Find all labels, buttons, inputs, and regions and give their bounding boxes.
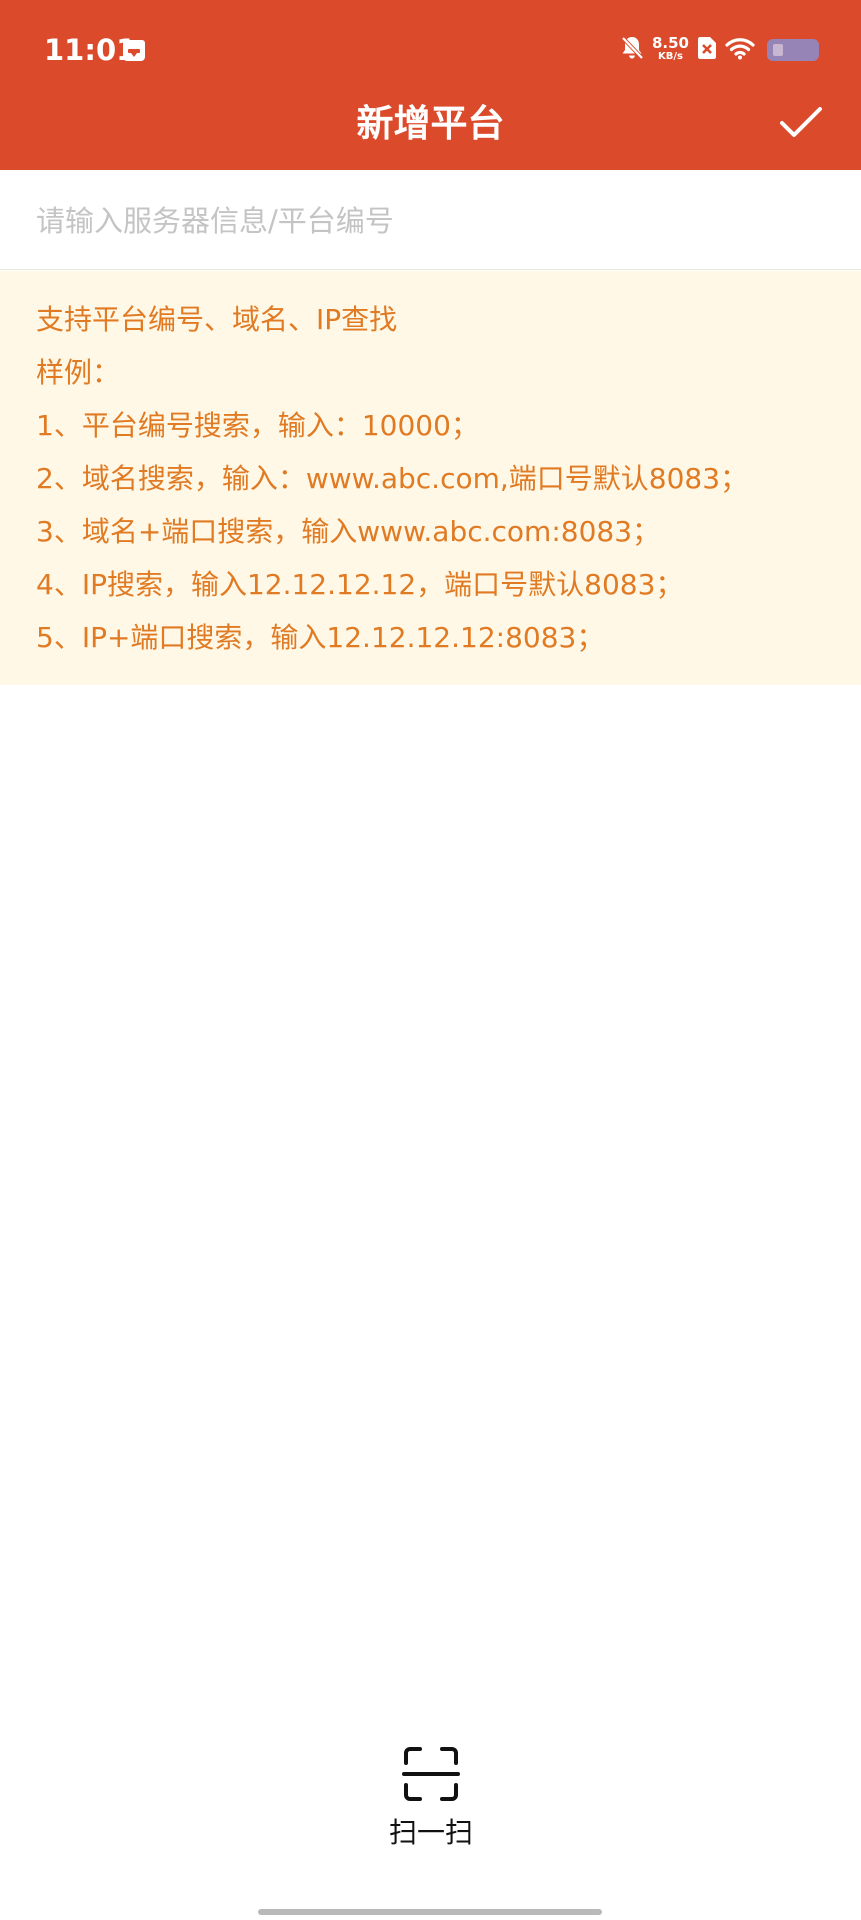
hint-example-label: 样例：	[36, 356, 121, 389]
hint-heading: 支持平台编号、域名、IP查找	[36, 303, 398, 336]
search-box	[0, 172, 861, 270]
hint-panel: 支持平台编号、域名、IP查找 样例： 1、平台编号搜索，输入：10000； 2、…	[0, 271, 861, 685]
net-speed-value: 8.50	[651, 34, 689, 52]
wifi-icon	[725, 36, 755, 64]
status-bar: 11:01 8.50 KB/s	[0, 0, 861, 100]
net-speed: 8.50 KB/s	[652, 36, 689, 64]
hint-example-5: 5、IP+端口搜索，输入12.12.12.12:8083；	[36, 621, 605, 654]
hint-example-3: 3、域名+端口搜索，输入www.abc.com:8083；	[36, 515, 661, 548]
bell-off-icon	[620, 35, 644, 65]
page-title: 新增平台	[356, 102, 505, 145]
app-bar: 11:01 8.50 KB/s 新增平台	[0, 0, 861, 170]
net-speed-unit: KB/s	[658, 51, 683, 62]
server-info-input[interactable]	[36, 172, 826, 269]
scan-label: 扫一扫	[388, 1816, 473, 1849]
status-icons: 8.50 KB/s	[620, 30, 819, 70]
battery-icon	[767, 39, 819, 61]
hint-example-4: 4、IP搜索，输入12.12.12.12，端口号默认8083；	[36, 568, 684, 601]
hint-example-1: 1、平台编号搜索，输入：10000；	[36, 409, 479, 442]
confirm-button[interactable]	[771, 98, 831, 152]
check-icon	[779, 105, 823, 145]
scan-button[interactable]: 扫一扫	[370, 1745, 492, 1855]
sim-x-icon	[697, 36, 717, 64]
home-indicator[interactable]	[258, 1909, 602, 1915]
scan-icon	[402, 1745, 460, 1807]
calendar-icon	[122, 38, 146, 62]
hint-example-2: 2、域名搜索，输入：www.abc.com,端口号默认8083；	[36, 462, 749, 495]
